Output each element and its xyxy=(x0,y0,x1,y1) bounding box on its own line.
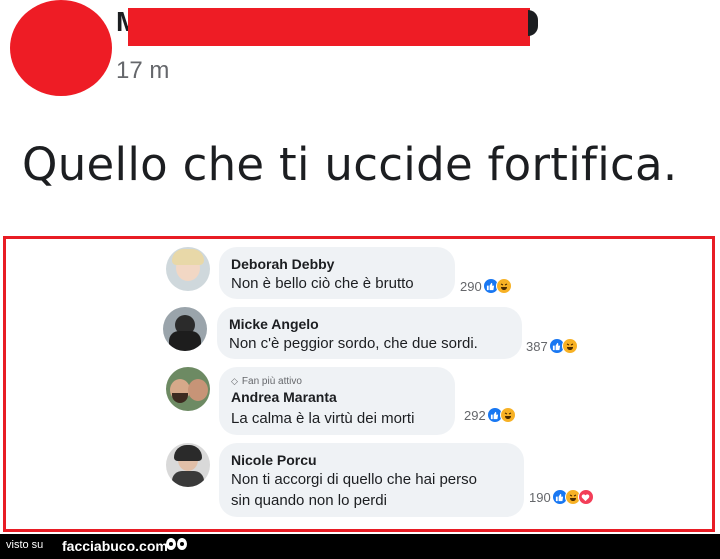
comment-reactions[interactable]: 292 xyxy=(464,407,516,423)
diamond-icon: ◇ xyxy=(231,376,238,386)
comment-author[interactable]: Deborah Debby xyxy=(231,255,443,273)
top-fan-badge: ◇ Fan più attivo xyxy=(231,375,443,388)
love-icon xyxy=(577,489,594,505)
author-avatar-redacted[interactable] xyxy=(10,0,112,96)
post-timestamp[interactable]: 17 m xyxy=(116,57,169,85)
commenter-avatar[interactable] xyxy=(166,367,210,411)
commenter-avatar[interactable] xyxy=(166,443,210,487)
comment-text: Non è bello ciò che è brutto xyxy=(231,275,414,292)
comments-highlight-frame: Deborah Debby Non è bello ciò che è brut… xyxy=(3,236,715,532)
comment-bubble: Deborah Debby Non è bello ciò che è brut… xyxy=(219,247,455,299)
comment-author[interactable]: Nicole Porcu xyxy=(231,451,512,469)
reaction-count: 190 xyxy=(529,489,551,505)
comment-text-line2: sin quando non lo perdi xyxy=(231,492,387,509)
haha-icon xyxy=(495,278,512,294)
comment-bubble: Nicole Porcu Non ti accorgi di quello ch… xyxy=(219,443,524,517)
footer-prefix: visto su xyxy=(6,539,44,551)
commenter-avatar[interactable] xyxy=(163,307,207,351)
post-text: Quello che ti uccide fortifica. xyxy=(22,138,678,191)
comment-text: La calma è la virtù dei morti xyxy=(231,410,415,427)
watermark-footer: visto su facciabuco.com xyxy=(0,534,720,559)
post-header: M 17 m xyxy=(0,0,720,120)
comment-reactions[interactable]: 190 xyxy=(529,489,594,505)
haha-icon xyxy=(499,407,516,423)
comment-text-line1: Non ti accorgi di quello che hai perso xyxy=(231,471,477,488)
comment-bubble: ◇ Fan più attivo Andrea Maranta La calma … xyxy=(219,367,455,435)
comment-author[interactable]: Micke Angelo xyxy=(229,315,510,333)
comment-reactions[interactable]: 387 xyxy=(526,338,578,354)
comment-reactions[interactable]: 290 xyxy=(460,278,512,294)
top-fan-label: Fan più attivo xyxy=(241,376,302,387)
eyes-icon xyxy=(166,538,188,554)
reaction-count: 292 xyxy=(464,407,486,423)
comment-author[interactable]: Andrea Maranta xyxy=(231,388,443,406)
commenter-avatar[interactable] xyxy=(166,247,210,291)
comment-text: Non c'è peggior sordo, che due sordi. xyxy=(229,335,478,352)
author-name-tail xyxy=(528,10,538,36)
comment-bubble: Micke Angelo Non c'è peggior sordo, che … xyxy=(217,307,522,359)
reaction-count: 290 xyxy=(460,278,482,294)
reaction-count: 387 xyxy=(526,338,548,354)
footer-brand-link[interactable]: facciabuco.com xyxy=(62,538,168,554)
haha-icon xyxy=(561,338,578,354)
author-name-redaction xyxy=(128,8,530,46)
